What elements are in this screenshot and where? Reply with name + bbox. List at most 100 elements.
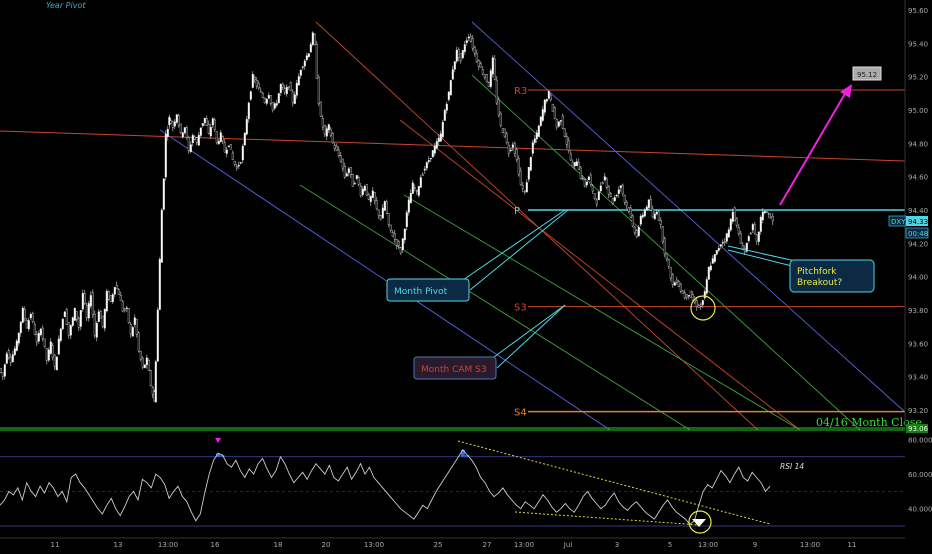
price-tick-label: 93.20 — [908, 407, 928, 415]
candle-body — [363, 186, 366, 191]
candle-body — [209, 127, 212, 137]
chart-svg[interactable]: Year Pivot R3 P S3 S4 Month Pivot Month CAM… — [0, 0, 932, 550]
candle-body — [369, 196, 372, 202]
candle-body — [113, 287, 116, 295]
candle-body — [283, 88, 286, 93]
candle-body — [65, 309, 68, 325]
candle-body — [199, 127, 202, 136]
candle-body — [79, 310, 82, 327]
candle-body — [373, 192, 376, 201]
candle-body — [331, 132, 334, 144]
candle-body — [677, 281, 680, 287]
candle-body — [559, 120, 562, 122]
candle-body — [164, 133, 167, 178]
time-tick-label: 11 — [51, 541, 60, 549]
candle-body — [671, 274, 674, 285]
candle-body — [75, 311, 78, 320]
candle-body — [545, 99, 548, 102]
candle-body — [511, 144, 514, 148]
candle-body — [525, 182, 528, 193]
candle-body — [185, 127, 188, 138]
candle-body — [141, 358, 144, 368]
candle-body — [459, 53, 462, 61]
candle-body — [375, 200, 378, 210]
candle-body — [257, 83, 260, 89]
candle-body — [251, 74, 254, 88]
candle-body — [697, 305, 700, 308]
candle-body — [119, 294, 122, 301]
candle-body — [307, 53, 310, 58]
candle-body — [503, 128, 506, 138]
candle-body — [689, 290, 692, 298]
candle-body — [691, 294, 694, 301]
target-label-box: 95.12 — [852, 66, 882, 81]
price-tag-text: 94.33 — [908, 218, 928, 226]
candle-body — [649, 199, 652, 211]
candle-body — [77, 318, 80, 328]
candle-body — [429, 157, 432, 160]
candle-body — [59, 328, 62, 341]
pitchfork-breakout-text-1: Pitchfork — [797, 267, 837, 277]
rsi-tick-label: 60.0000 — [908, 471, 932, 479]
candle-body — [123, 308, 126, 311]
candle-body — [221, 136, 224, 142]
candle-body — [99, 311, 102, 319]
candle-body — [255, 80, 258, 87]
candle-body — [495, 79, 498, 104]
candle-body — [487, 82, 490, 87]
candle-body — [523, 191, 526, 193]
candle-body — [329, 128, 332, 136]
candle-body — [317, 76, 320, 104]
candle-body — [461, 50, 464, 59]
candle-body — [91, 292, 94, 315]
candle-body — [769, 216, 772, 219]
candle-body — [483, 74, 486, 78]
candle-body — [0, 368, 2, 373]
candle-body — [471, 38, 474, 49]
candle-body — [575, 161, 578, 166]
candle-body — [645, 206, 648, 211]
candle-body — [275, 103, 278, 106]
candle-body — [757, 231, 760, 242]
candle-body — [5, 353, 8, 364]
candle-body — [701, 300, 704, 305]
candle-body — [293, 94, 296, 104]
candle-body — [457, 49, 460, 59]
candle-body — [641, 214, 644, 218]
time-tick-label: 9 — [753, 541, 757, 549]
candle-body — [567, 140, 570, 151]
candle-body — [297, 76, 300, 86]
candle-body — [637, 226, 640, 236]
candle-body — [103, 309, 106, 329]
candle-body — [647, 199, 650, 208]
candle-body — [187, 137, 190, 152]
time-tick-label: 20 — [322, 541, 331, 549]
candle-body — [627, 207, 630, 212]
candle-body — [399, 247, 402, 254]
candle-body — [89, 295, 92, 307]
target-label-text: 95.12 — [857, 71, 877, 79]
candle-body — [85, 305, 88, 318]
chart-canvas[interactable]: Year Pivot R3 P S3 S4 Month Pivot Month CAM… — [0, 0, 932, 550]
candle-body — [63, 311, 66, 318]
rsi-tick-label: 40.0000 — [908, 506, 932, 514]
candle-body — [623, 195, 626, 203]
candle-body — [207, 124, 210, 134]
candle-body — [635, 230, 638, 238]
candle-body — [3, 364, 6, 377]
candle-body — [411, 182, 414, 194]
candle-body — [129, 324, 132, 335]
candle-body — [71, 317, 74, 326]
candle-body — [673, 282, 676, 286]
candle-body — [149, 370, 152, 386]
candle-body — [555, 119, 558, 128]
candle-body — [761, 211, 764, 221]
candle-body — [653, 213, 656, 220]
candle-body — [133, 317, 136, 325]
candle-body — [643, 210, 646, 217]
candle-body — [581, 178, 584, 180]
secondary-tag-text: 00:48 — [908, 230, 928, 238]
candle-body — [319, 101, 322, 117]
candle-body — [55, 356, 58, 371]
candle-body — [351, 174, 354, 187]
